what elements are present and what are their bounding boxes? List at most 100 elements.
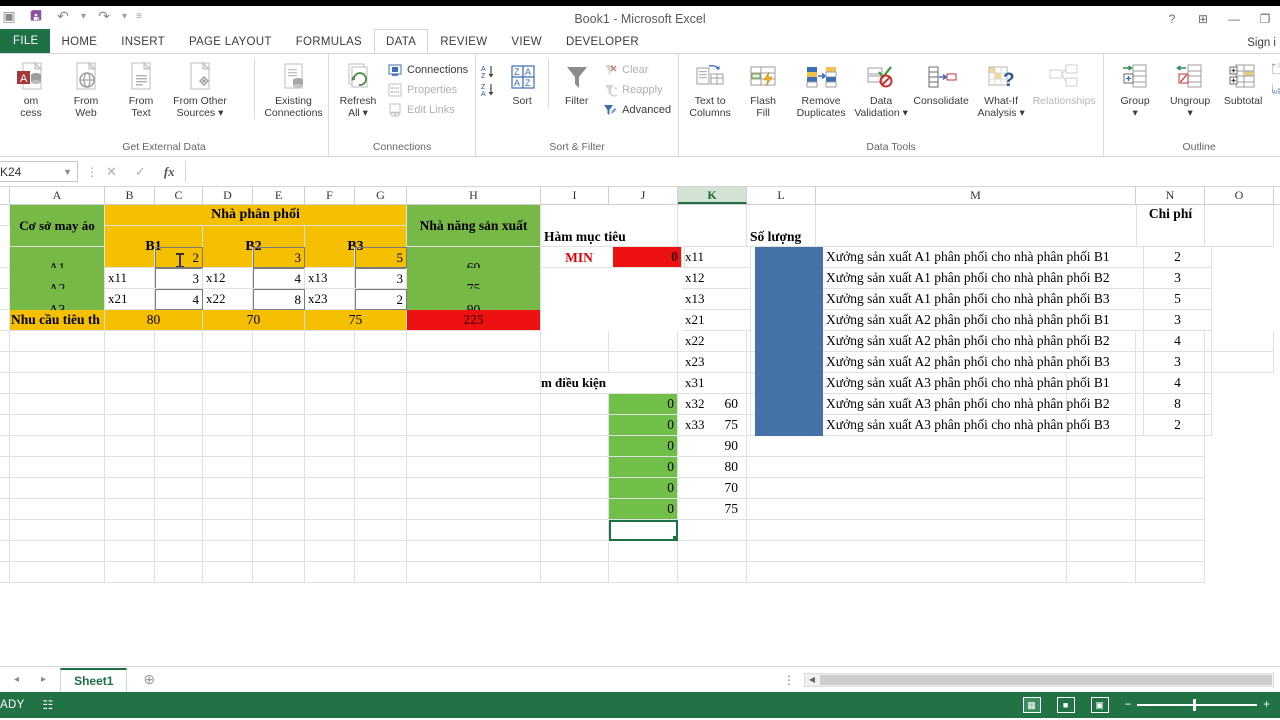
cell-empty[interactable] (105, 562, 155, 583)
cell-var-name[interactable]: x23 (682, 352, 751, 373)
cell-D-A3-blank[interactable] (203, 289, 253, 310)
cell-empty[interactable] (1205, 331, 1274, 352)
cell-empty[interactable] (1067, 562, 1136, 583)
cell-empty[interactable] (1067, 520, 1136, 541)
selected-cell-k24[interactable] (609, 520, 678, 541)
select-all-corner[interactable] (0, 187, 10, 204)
cell-E-A1-blank2[interactable] (253, 268, 305, 289)
col-header-c[interactable]: C (155, 187, 203, 204)
tab-review[interactable]: REVIEW (428, 29, 499, 53)
col-header-o[interactable]: O (1205, 187, 1274, 204)
cell-empty[interactable] (105, 541, 155, 562)
col-header-l[interactable]: L (747, 187, 816, 204)
cell-empty[interactable] (407, 373, 541, 394)
cell-var-name[interactable]: x32 (682, 394, 751, 415)
cell-empty[interactable] (1067, 457, 1136, 478)
cell-empty[interactable] (355, 478, 407, 499)
sort-descending-icon[interactable]: ZA (480, 82, 496, 98)
cell-constraint-lhs[interactable]: 0 (609, 394, 678, 415)
cell-empty[interactable] (253, 436, 305, 457)
hide-detail-button[interactable]: \u2212 (1269, 80, 1280, 97)
cell-constraint-rhs[interactable]: 80 (678, 457, 747, 478)
cell-empty[interactable] (1136, 562, 1205, 583)
col-header-i[interactable]: I (541, 187, 609, 204)
cell-empty[interactable] (541, 478, 609, 499)
cell-empty[interactable] (253, 394, 305, 415)
cell-empty[interactable] (355, 562, 407, 583)
properties-button[interactable]: Properties (384, 81, 471, 98)
row-header[interactable] (0, 436, 10, 457)
cell-constraint-lhs[interactable]: 0 (609, 478, 678, 499)
cell-empty[interactable] (105, 415, 155, 436)
cell-empty[interactable] (10, 394, 105, 415)
cell-empty[interactable] (155, 541, 203, 562)
ungroup-button[interactable]: Ungroup ▾ (1163, 58, 1217, 119)
existing-connections-button[interactable]: Existing Connections (254, 58, 324, 119)
cell-demand-b2[interactable]: 70 (203, 310, 305, 331)
name-box[interactable]: K24 ▼ (0, 161, 78, 182)
show-detail-button[interactable]: + (1269, 60, 1280, 77)
cell-G-A1-blank2[interactable] (355, 268, 407, 289)
cell-cost-desc[interactable]: Xưởng sản xuất A1 phân phối cho nhà phân… (823, 247, 1143, 268)
cell-empty[interactable] (541, 541, 609, 562)
cell-empty[interactable] (747, 478, 1067, 499)
formula-bar-expand-handle[interactable]: ⋮ (86, 165, 98, 179)
cell-empty[interactable] (609, 331, 678, 352)
cell-D-A1-blank[interactable] (203, 247, 253, 268)
cell-distributors-header[interactable]: Nhà phân phối (105, 205, 407, 226)
cell-empty[interactable] (105, 520, 155, 541)
cell-constraint-lhs[interactable]: 0 (609, 415, 678, 436)
connections-button[interactable]: Connections (384, 61, 471, 78)
cell-empty[interactable] (1136, 436, 1205, 457)
cell-M1[interactable] (816, 205, 1136, 247)
cell-F-A1-blank[interactable] (305, 247, 355, 268)
cell-var-name[interactable]: x33 (682, 415, 751, 436)
cell-empty[interactable] (355, 331, 407, 352)
tab-split-handle[interactable]: ⋮ (783, 673, 796, 687)
cell-var-x12[interactable]: x12 (203, 268, 253, 289)
cell-empty[interactable] (203, 541, 253, 562)
zoom-track[interactable] (1137, 699, 1258, 711)
cell-empty[interactable] (203, 331, 253, 352)
cell-K1[interactable] (678, 205, 747, 247)
col-header-a[interactable]: A (10, 187, 105, 204)
cell-empty[interactable] (541, 436, 609, 457)
cell-var-name[interactable]: x13 (682, 289, 751, 310)
cell-constraint-rhs[interactable]: 90 (678, 436, 747, 457)
cell-empty[interactable] (10, 541, 105, 562)
cell-empty[interactable] (1205, 352, 1274, 373)
horizontal-scrollbar[interactable]: ◀ (804, 672, 1274, 687)
cell-empty[interactable] (105, 373, 155, 394)
row-header[interactable] (0, 541, 10, 562)
cell-empty[interactable] (253, 562, 305, 583)
cell-empty[interactable] (541, 352, 609, 373)
tab-page-layout[interactable]: PAGE LAYOUT (177, 29, 284, 53)
from-web-button[interactable]: From Web (59, 58, 113, 119)
ribbon-tab-bar[interactable]: FILE HOME INSERT PAGE LAYOUT FORMULAS DA… (0, 29, 1280, 53)
cell-cost-a3b2[interactable]: 8 (253, 289, 305, 310)
cell-cost-desc[interactable]: Xưởng sản xuất A1 phân phối cho nhà phân… (823, 268, 1143, 289)
cell-cost-value[interactable]: 5 (1143, 289, 1212, 310)
cell-empty[interactable] (10, 415, 105, 436)
cell-B-A3-blank[interactable] (105, 289, 155, 310)
cell-empty[interactable] (155, 331, 203, 352)
cell-empty[interactable] (1067, 436, 1136, 457)
quantity-values-column[interactable] (755, 247, 823, 436)
col-header-e[interactable]: E (253, 187, 305, 204)
row-header[interactable] (0, 499, 10, 520)
cell-empty[interactable] (678, 562, 747, 583)
cell-cost-a3b3[interactable]: 2 (355, 289, 407, 310)
cell-empty[interactable] (155, 562, 203, 583)
col-header-j[interactable]: J (609, 187, 678, 204)
cell-cost-value[interactable]: 4 (1143, 373, 1212, 394)
cell-empty[interactable] (407, 520, 541, 541)
consolidate-button[interactable]: Consolidate (909, 58, 973, 108)
from-text-button[interactable]: From Text (114, 58, 168, 119)
cell-B-A1-blank[interactable] (105, 247, 155, 268)
cell-empty[interactable] (155, 373, 203, 394)
cancel-formula-icon[interactable]: ✕ (106, 164, 117, 180)
from-access-button[interactable]: A om cess (4, 58, 58, 119)
cell-cost-value[interactable]: 4 (1143, 331, 1212, 352)
row-header[interactable] (0, 205, 10, 226)
cell-empty[interactable] (407, 541, 541, 562)
